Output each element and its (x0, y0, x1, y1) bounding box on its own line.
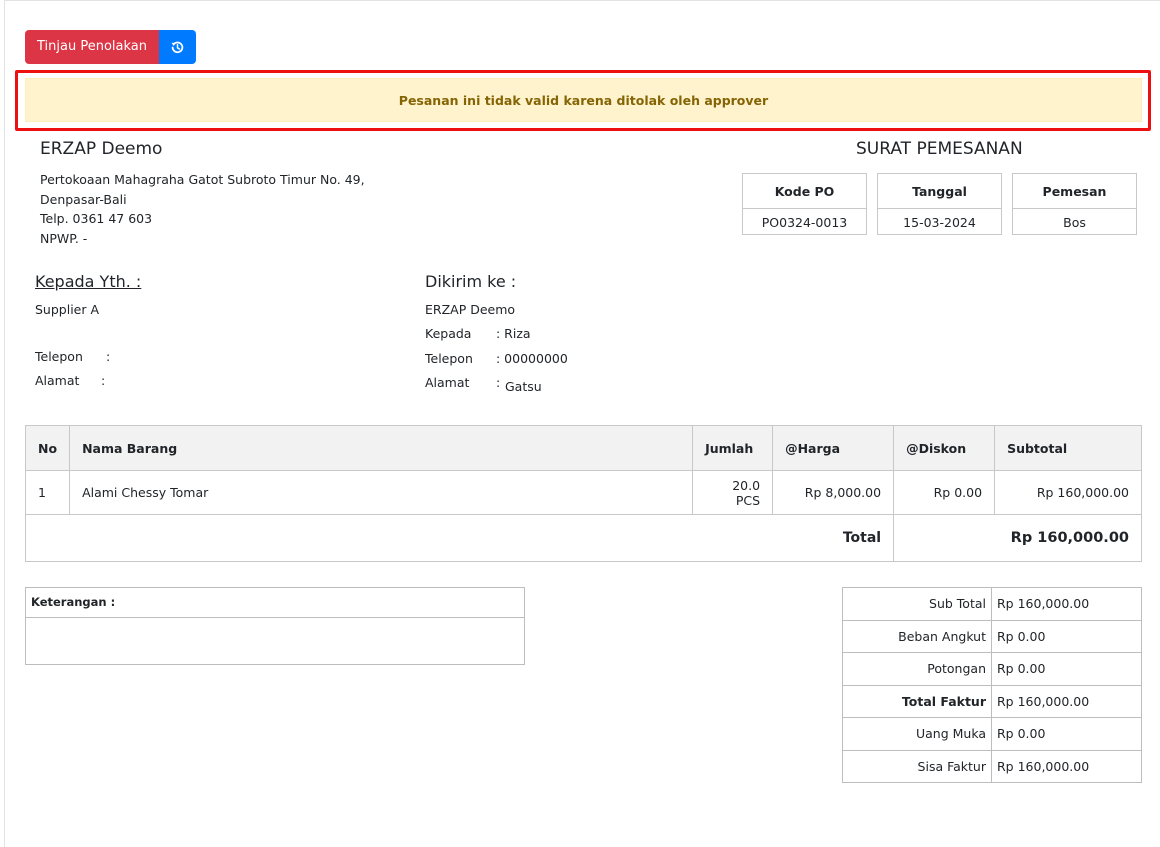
row-item-name: Alami Chessy Tomar (69, 470, 694, 515)
orderer-label: Pemesan (1013, 174, 1136, 209)
shipping-attn-label: Kepada (425, 326, 472, 341)
alert-message: Pesanan ini tidak valid karena ditolak o… (398, 92, 769, 108)
summary-label: Potongan (842, 652, 992, 686)
recipient-address-colon: : (101, 373, 106, 388)
summary-row-discount: Potongan Rp 0.00 (842, 652, 1142, 686)
company-npwp: NPWP. - (40, 230, 88, 246)
date-value: 15-03-2024 (903, 215, 976, 230)
action-button-group: Tinjau Penolakan (25, 30, 196, 64)
shipping-phone-value: : 00000000 (496, 351, 568, 366)
summary-value: Rp 0.00 (991, 619, 1142, 653)
summary-value: Rp 160,000.00 (991, 587, 1142, 621)
col-price: @Harga (772, 425, 895, 471)
summary-row-remaining: Sisa Faktur Rp 160,000.00 (842, 749, 1142, 783)
summary-label: Beban Angkut (842, 619, 992, 653)
items-table-header: No Nama Barang Jumlah @Harga @Diskon Sub… (24, 425, 1142, 471)
col-no: No (24, 425, 71, 471)
recipient-phone-label: Telepon (35, 349, 83, 364)
shipping-name: ERZAP Deemo (425, 302, 516, 317)
items-table: No Nama Barang Jumlah @Harga @Diskon Sub… (24, 425, 1142, 562)
po-code-label: Kode PO (743, 174, 866, 209)
row-price: Rp 8,000.00 (772, 470, 895, 515)
summary-row-subtotal: Sub Total Rp 160,000.00 (842, 587, 1142, 621)
row-subtotal: Rp 160,000.00 (994, 470, 1142, 515)
col-item-name: Nama Barang (69, 425, 694, 471)
supplier-name: Supplier A (35, 302, 100, 317)
history-button[interactable] (159, 30, 196, 64)
table-row: 1 Alami Chessy Tomar 20.0 PCS Rp 8,000.0… (24, 470, 1142, 515)
summary-label: Sisa Faktur (842, 749, 992, 783)
company-name: ERZAP Deemo (40, 139, 163, 159)
document-title: SURAT PEMESANAN (856, 139, 1023, 159)
summary-row-invoice-total: Total Faktur Rp 160,000.00 (842, 684, 1142, 718)
row-qty: 20.0 PCS (692, 470, 774, 515)
recipient-address-label: Alamat (35, 373, 80, 388)
orderer-box: Pemesan Bos (1012, 173, 1137, 235)
shipping-address-value: Gatsu (505, 379, 542, 394)
col-subtotal: Subtotal (994, 425, 1142, 471)
summary-label: Total Faktur (842, 684, 992, 718)
rejection-alert: Pesanan ini tidak valid karena ditolak o… (25, 78, 1142, 122)
shipping-address-label: Alamat (425, 375, 470, 390)
summary-value: Rp 160,000.00 (991, 749, 1142, 783)
recipient-heading: Kepada Yth. : (35, 272, 142, 291)
company-details: Pertokoaan Mahagraha Gatot Subroto Timur… (40, 170, 365, 248)
summary-value: Rp 0.00 (991, 717, 1142, 751)
shipping-phone-label: Telepon (425, 351, 473, 366)
po-code-value: PO0324-0013 (761, 215, 848, 230)
date-box: Tanggal 15-03-2024 (877, 173, 1002, 235)
shipping-heading: Dikirim ke : (425, 272, 517, 291)
review-rejection-button[interactable]: Tinjau Penolakan (25, 30, 159, 64)
company-address-line2: Denpasar-Bali (40, 191, 127, 207)
po-code-box: Kode PO PO0324-0013 (742, 173, 867, 235)
table-total-row: Total Rp 160,000.00 (24, 514, 1142, 562)
summary-value: Rp 160,000.00 (991, 684, 1142, 718)
date-label: Tanggal (878, 174, 1001, 209)
history-icon (171, 41, 184, 53)
orderer-value: Bos (1063, 215, 1086, 230)
col-discount: @Diskon (893, 425, 996, 471)
summary-row-freight: Beban Angkut Rp 0.00 (842, 619, 1142, 653)
company-phone: Telp. 0361 47 603 (40, 211, 153, 226)
summary-label: Uang Muka (842, 717, 992, 751)
summary-value: Rp 0.00 (991, 652, 1142, 686)
row-no: 1 (24, 470, 71, 515)
row-discount: Rp 0.00 (893, 470, 996, 515)
summary-label: Sub Total (842, 587, 992, 621)
shipping-address-colon: : (496, 375, 501, 390)
company-address-line1: Pertokoaan Mahagraha Gatot Subroto Timur… (40, 172, 365, 187)
notes-label: Keterangan : (26, 588, 524, 618)
summary-row-down-payment: Uang Muka Rp 0.00 (842, 717, 1142, 751)
total-label: Total (24, 514, 895, 562)
total-value: Rp 160,000.00 (893, 514, 1142, 562)
shipping-attn-value: : Riza (496, 326, 531, 341)
recipient-phone-colon: : (106, 349, 111, 364)
col-qty: Jumlah (692, 425, 774, 471)
summary-table: Sub Total Rp 160,000.00 Beban Angkut Rp … (842, 587, 1142, 783)
notes-box: Keterangan : (25, 587, 525, 665)
